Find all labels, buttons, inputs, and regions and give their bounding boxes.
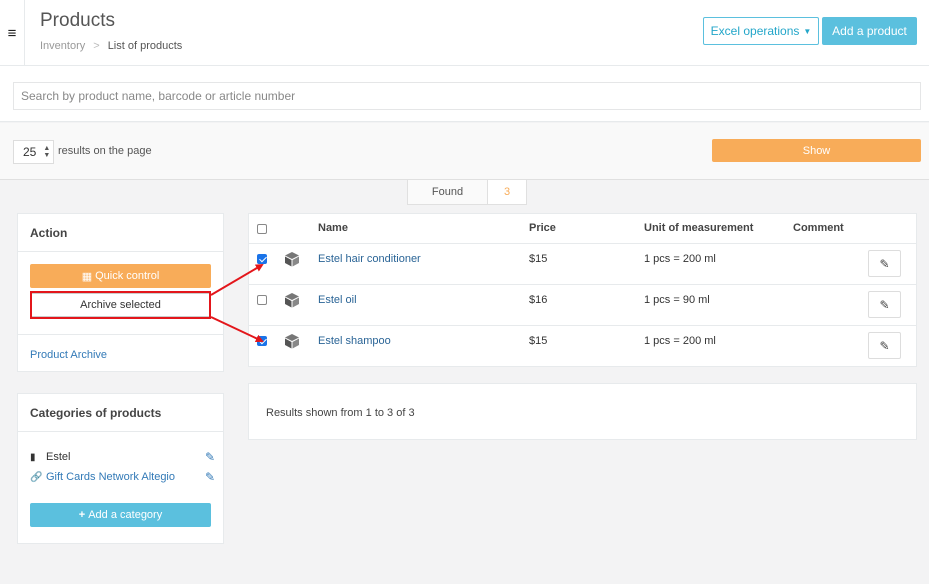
row-checkbox[interactable] bbox=[257, 336, 267, 346]
category-item[interactable]: ▮ Estel ✎ bbox=[30, 450, 215, 464]
edit-button[interactable]: ✎ bbox=[868, 332, 901, 359]
categories-panel: Categories of products ▮ Estel ✎ 🔗 Gift … bbox=[17, 393, 224, 544]
category-item[interactable]: 🔗 Gift Cards Network Altegio ✎ bbox=[30, 470, 215, 484]
category-label: Estel bbox=[46, 451, 71, 463]
add-product-button[interactable]: Add a product bbox=[822, 17, 917, 45]
breadcrumb-current: List of products bbox=[107, 40, 183, 52]
product-price: $15 bbox=[529, 253, 548, 265]
search-input[interactable] bbox=[13, 82, 921, 110]
table-row: Estel hair conditioner $15 1 pcs = 200 m… bbox=[249, 244, 916, 285]
breadcrumb-separator: > bbox=[93, 40, 100, 52]
quick-control-label: Quick control bbox=[95, 270, 160, 282]
edit-button[interactable]: ✎ bbox=[868, 250, 901, 277]
column-header-price[interactable]: Price bbox=[529, 222, 556, 234]
product-name-link[interactable]: Estel oil bbox=[318, 294, 357, 306]
link-icon: 🔗 bbox=[30, 471, 43, 483]
page-title: Products bbox=[40, 10, 115, 31]
product-price: $16 bbox=[529, 294, 548, 306]
product-name-link[interactable]: Estel shampoo bbox=[318, 335, 391, 347]
results-summary-panel: Results shown from 1 to 3 of 3 bbox=[248, 383, 917, 440]
divider bbox=[18, 431, 223, 432]
table-row: Estel shampoo $15 1 pcs = 200 ml ✎ bbox=[249, 326, 916, 367]
breadcrumb: Inventory > List of products bbox=[40, 40, 182, 52]
excel-operations-button[interactable]: Excel operations ▼ bbox=[703, 17, 819, 45]
products-table: Name Price Unit of measurement Comment E… bbox=[248, 213, 917, 367]
product-unit: 1 pcs = 200 ml bbox=[644, 335, 716, 347]
per-page-select[interactable]: 25 ▲ ▼ bbox=[13, 140, 54, 164]
pencil-icon[interactable]: ✎ bbox=[205, 470, 215, 484]
per-page-label: results on the page bbox=[58, 145, 152, 157]
per-page-value: 25 bbox=[23, 145, 37, 159]
box-icon bbox=[285, 252, 299, 267]
top-bar: ≡ Products Inventory > List of products … bbox=[0, 0, 929, 66]
found-count: 3 bbox=[487, 180, 527, 205]
categories-panel-title: Categories of products bbox=[30, 406, 162, 420]
search-section bbox=[0, 66, 929, 122]
add-category-label: Add a category bbox=[88, 509, 163, 521]
pencil-icon: ✎ bbox=[879, 338, 890, 353]
product-unit: 1 pcs = 90 ml bbox=[644, 294, 710, 306]
table-icon: ▦ bbox=[81, 270, 93, 283]
results-controls: 25 ▲ ▼ results on the page Show bbox=[0, 123, 929, 180]
sort-arrows-icon: ▲ ▼ bbox=[43, 145, 51, 159]
show-button[interactable]: Show bbox=[712, 139, 921, 162]
caret-down-icon: ▼ bbox=[803, 26, 812, 36]
quick-control-button[interactable]: ▦ Quick control bbox=[30, 264, 211, 288]
add-category-button[interactable]: + Add a category bbox=[30, 503, 211, 527]
results-summary: Results shown from 1 to 3 of 3 bbox=[266, 407, 415, 419]
product-price: $15 bbox=[529, 335, 548, 347]
column-header-name[interactable]: Name bbox=[318, 222, 348, 234]
divider bbox=[18, 334, 223, 335]
column-header-comment[interactable]: Comment bbox=[793, 222, 844, 234]
box-icon bbox=[285, 334, 299, 349]
hamburger-icon[interactable]: ≡ bbox=[0, 0, 25, 66]
product-unit: 1 pcs = 200 ml bbox=[644, 253, 716, 265]
row-checkbox[interactable] bbox=[257, 254, 267, 264]
product-name-link[interactable]: Estel hair conditioner bbox=[318, 253, 421, 265]
folder-open-icon: ▮ bbox=[30, 451, 36, 463]
pencil-icon: ✎ bbox=[879, 297, 890, 312]
plus-icon: + bbox=[78, 509, 86, 521]
action-panel-title: Action bbox=[30, 226, 68, 240]
pencil-icon[interactable]: ✎ bbox=[205, 450, 215, 464]
edit-button[interactable]: ✎ bbox=[868, 291, 901, 318]
found-label: Found bbox=[407, 180, 488, 205]
column-header-unit[interactable]: Unit of measurement bbox=[644, 222, 753, 234]
box-icon bbox=[285, 293, 299, 308]
divider bbox=[18, 251, 223, 252]
row-checkbox[interactable] bbox=[257, 295, 267, 305]
excel-operations-label: Excel operations bbox=[710, 24, 800, 38]
breadcrumb-inventory-link[interactable]: Inventory bbox=[40, 40, 85, 52]
annotation-highlight-box bbox=[30, 291, 211, 319]
select-all-checkbox[interactable] bbox=[257, 224, 267, 234]
table-row: Estel oil $16 1 pcs = 90 ml ✎ bbox=[249, 285, 916, 326]
category-label: Gift Cards Network Altegio bbox=[46, 471, 175, 483]
pencil-icon: ✎ bbox=[879, 256, 890, 271]
product-archive-link[interactable]: Product Archive bbox=[30, 349, 107, 361]
